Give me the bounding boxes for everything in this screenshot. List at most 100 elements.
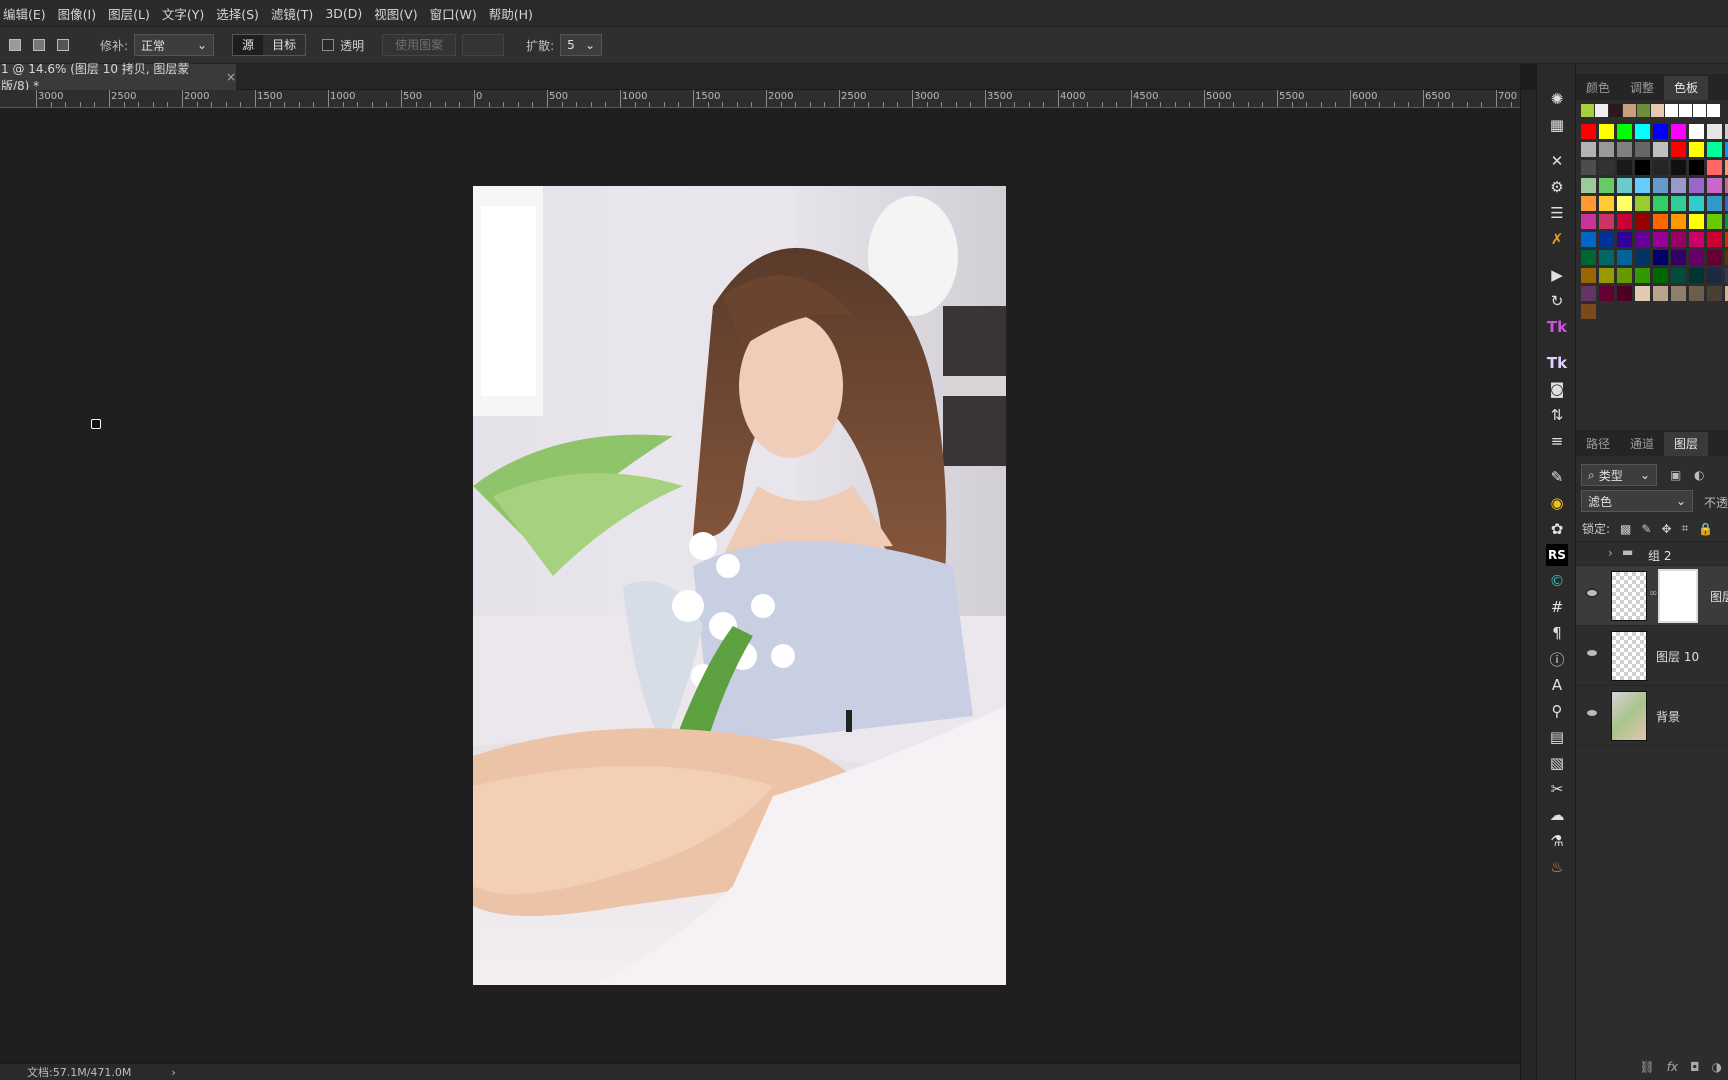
- camera-icon[interactable]: ◙: [1546, 378, 1568, 400]
- recent-swatch[interactable]: [1651, 104, 1664, 117]
- color-swatch[interactable]: [1599, 142, 1614, 157]
- color-swatch[interactable]: [1653, 142, 1668, 157]
- tab-adjustments[interactable]: 调整: [1620, 76, 1664, 100]
- filter-plugin-icon[interactable]: ♨: [1546, 856, 1568, 878]
- image-filter-icon[interactable]: ▣: [1670, 468, 1681, 482]
- fx-icon[interactable]: fx: [1667, 1060, 1678, 1074]
- color-swatch[interactable]: [1671, 124, 1686, 139]
- color-swatch[interactable]: [1707, 196, 1722, 211]
- color-swatch[interactable]: [1671, 286, 1686, 301]
- menu-3d[interactable]: 3D(D): [325, 6, 370, 21]
- horizontal-ruler[interactable]: 3000 2500 2000 1500 1000 500 0 500 1000 1500 2000 2…: [0, 90, 1520, 108]
- spread-dropdown[interactable]: 5 ⌄: [560, 34, 603, 56]
- layer-filter-dropdown[interactable]: ⌕ 类型 ⌄: [1581, 464, 1657, 486]
- info-icon[interactable]: ⓘ: [1546, 648, 1568, 670]
- cc-icon[interactable]: ©: [1546, 570, 1568, 592]
- menu-filter[interactable]: 滤镜(T): [271, 4, 321, 23]
- color-swatch[interactable]: [1707, 160, 1722, 175]
- color-swatch[interactable]: [1689, 178, 1704, 193]
- adjustment-filter-icon[interactable]: ◐: [1694, 468, 1704, 482]
- color-swatch[interactable]: [1599, 214, 1614, 229]
- color-swatch[interactable]: [1599, 250, 1614, 265]
- color-swatch[interactable]: [1689, 250, 1704, 265]
- tk-panel-icon[interactable]: Tk: [1546, 316, 1568, 338]
- sliders-icon[interactable]: ≡: [1546, 430, 1568, 452]
- recent-swatch[interactable]: [1693, 104, 1706, 117]
- color-swatch[interactable]: [1617, 160, 1632, 175]
- refresh-icon[interactable]: ↻: [1546, 290, 1568, 312]
- menu-type[interactable]: 文字(Y): [162, 4, 212, 23]
- color-swatch[interactable]: [1635, 214, 1650, 229]
- color-swatch[interactable]: [1599, 286, 1614, 301]
- color-swatch[interactable]: [1617, 124, 1632, 139]
- color-swatch[interactable]: [1599, 178, 1614, 193]
- ruler-icon[interactable]: ▦: [1546, 114, 1568, 136]
- color-swatch[interactable]: [1707, 124, 1722, 139]
- color-swatch[interactable]: [1707, 214, 1722, 229]
- color-swatch[interactable]: [1599, 160, 1614, 175]
- crossed-tools-icon[interactable]: ✗: [1546, 228, 1568, 250]
- color-swatch[interactable]: [1671, 268, 1686, 283]
- color-swatch[interactable]: [1581, 304, 1596, 319]
- transparent-checkbox[interactable]: [322, 39, 335, 51]
- color-swatch[interactable]: [1689, 142, 1704, 157]
- color-swatch[interactable]: [1671, 196, 1686, 211]
- color-swatch[interactable]: [1635, 250, 1650, 265]
- clone-source-icon[interactable]: ⚲: [1546, 700, 1568, 722]
- menu-view[interactable]: 视图(V): [374, 4, 425, 23]
- color-swatch[interactable]: [1707, 286, 1722, 301]
- color-swatch[interactable]: [1581, 232, 1596, 247]
- cloud-icon[interactable]: ☁: [1546, 804, 1568, 826]
- color-swatch[interactable]: [1581, 286, 1596, 301]
- eye-icon[interactable]: [1585, 708, 1599, 718]
- color-swatch[interactable]: [1689, 124, 1704, 139]
- link-icon[interactable]: ∞: [1649, 588, 1657, 599]
- add-mask-icon[interactable]: ◘: [1690, 1060, 1700, 1074]
- link-layers-icon[interactable]: ⛓: [1639, 1060, 1654, 1074]
- plugin-icon[interactable]: ☰: [1546, 202, 1568, 224]
- color-swatch[interactable]: [1671, 142, 1686, 157]
- target-button[interactable]: 目标: [263, 35, 305, 55]
- color-swatch[interactable]: [1635, 142, 1650, 157]
- color-swatch[interactable]: [1581, 124, 1596, 139]
- library-icon[interactable]: ▤: [1546, 726, 1568, 748]
- color-swatch[interactable]: [1653, 250, 1668, 265]
- color-swatch[interactable]: [1635, 178, 1650, 193]
- color-swatch[interactable]: [1617, 196, 1632, 211]
- recent-swatch[interactable]: [1595, 104, 1608, 117]
- color-swatch[interactable]: [1635, 124, 1650, 139]
- color-swatch[interactable]: [1581, 178, 1596, 193]
- adjustment-layer-icon[interactable]: ◑: [1712, 1060, 1722, 1074]
- color-swatch[interactable]: [1689, 196, 1704, 211]
- menu-image[interactable]: 图像(I): [58, 4, 104, 23]
- canvas-area[interactable]: [0, 108, 1520, 1063]
- color-swatch[interactable]: [1617, 286, 1632, 301]
- cancel-icon[interactable]: ✕: [1546, 150, 1568, 172]
- color-swatch[interactable]: [1653, 178, 1668, 193]
- flask-icon[interactable]: ⚗: [1546, 830, 1568, 852]
- tools-icon[interactable]: ✂: [1546, 778, 1568, 800]
- color-swatch[interactable]: [1707, 178, 1722, 193]
- lock-all-icon[interactable]: 🔒: [1698, 522, 1713, 536]
- color-swatch[interactable]: [1635, 286, 1650, 301]
- use-pattern-button[interactable]: 使用图案: [382, 34, 457, 56]
- play-icon[interactable]: ▶: [1546, 264, 1568, 286]
- layer-row-10[interactable]: 图层 10: [1576, 626, 1728, 686]
- color-swatch[interactable]: [1617, 268, 1632, 283]
- color-swatch[interactable]: [1635, 160, 1650, 175]
- menu-edit[interactable]: 编辑(E): [3, 4, 54, 23]
- layer-row-background[interactable]: 背景: [1576, 686, 1728, 746]
- color-swatch[interactable]: [1653, 268, 1668, 283]
- status-menu-arrow-icon[interactable]: ›: [171, 1066, 175, 1079]
- color-swatch[interactable]: [1689, 286, 1704, 301]
- color-swatch[interactable]: [1671, 250, 1686, 265]
- levels-icon[interactable]: ⇅: [1546, 404, 1568, 426]
- color-swatch[interactable]: [1707, 142, 1722, 157]
- color-swatch[interactable]: [1599, 196, 1614, 211]
- lock-artboard-icon[interactable]: ⌗: [1682, 521, 1689, 536]
- color-swatch[interactable]: [1707, 232, 1722, 247]
- pattern-picker[interactable]: [462, 34, 505, 56]
- color-swatch[interactable]: [1671, 214, 1686, 229]
- document-image[interactable]: [473, 186, 1006, 985]
- color-swatch[interactable]: [1653, 196, 1668, 211]
